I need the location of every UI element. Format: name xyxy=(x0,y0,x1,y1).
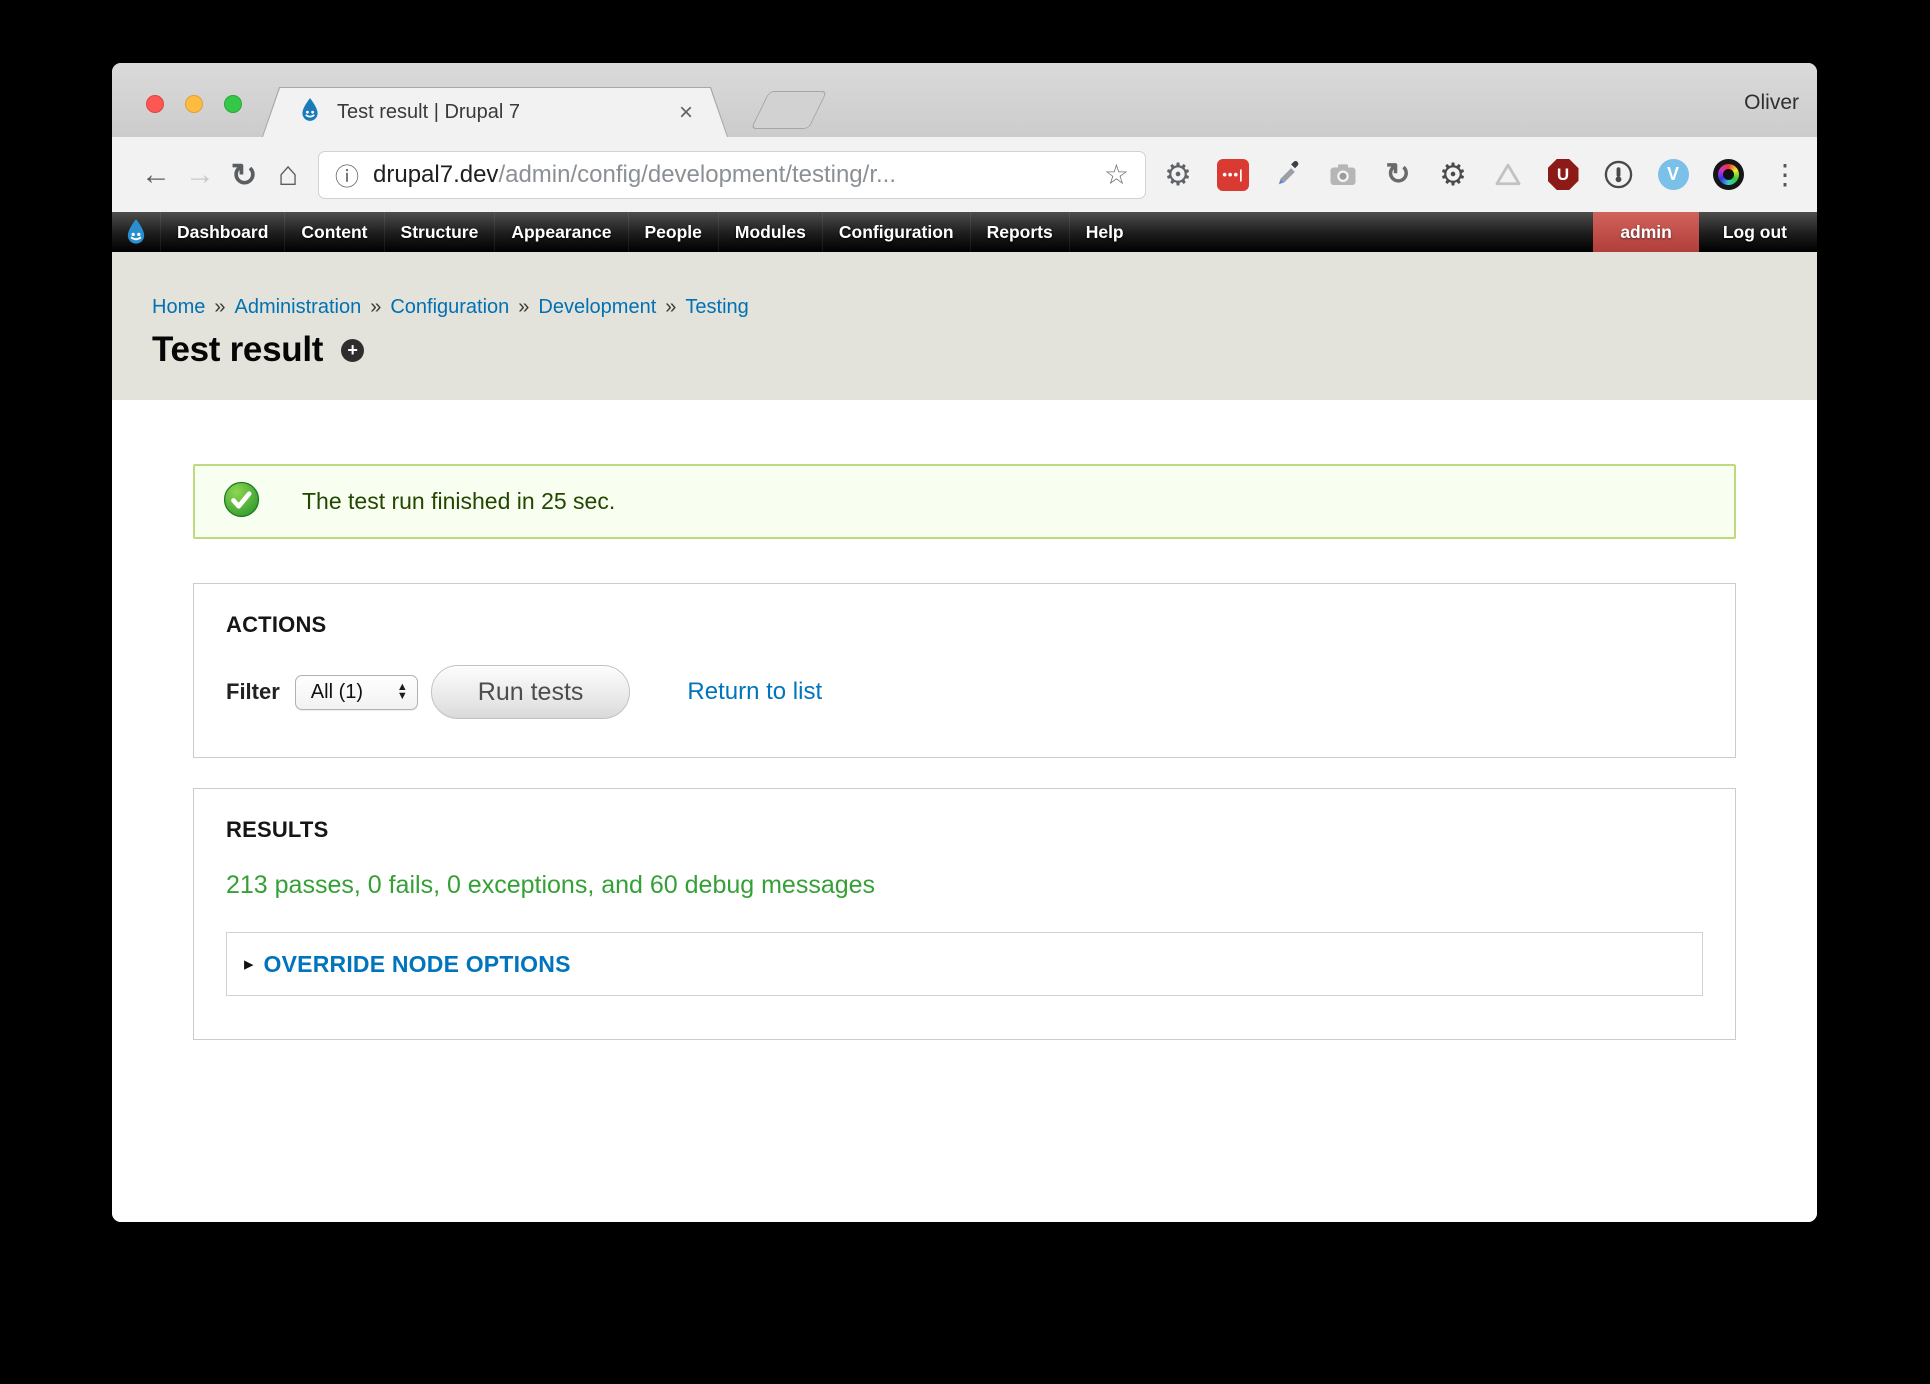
toolbar-spacer xyxy=(1140,212,1594,252)
select-stepper-icon: ▲ ▼ xyxy=(397,683,408,701)
reload-icon[interactable]: ↻ xyxy=(222,156,266,194)
lens-core xyxy=(1723,169,1734,180)
breadcrumb-configuration[interactable]: Configuration xyxy=(390,296,509,318)
actions-fieldset: ACTIONS Filter All (1) ▲ ▼ Run tests Ret… xyxy=(193,583,1736,758)
drupal-favicon-icon xyxy=(297,97,323,128)
toolbar-item-modules[interactable]: Modules xyxy=(718,212,822,252)
page-header: Home » Administration » Configuration » Develo… xyxy=(112,252,1817,400)
page-info-icon[interactable]: ⓘ xyxy=(335,157,359,192)
url-host: drupal7.dev xyxy=(373,161,498,189)
vimeo-icon[interactable]: V xyxy=(1657,159,1689,191)
filter-select[interactable]: All (1) ▲ ▼ xyxy=(295,675,418,710)
back-icon[interactable]: ← xyxy=(134,158,178,192)
lastpass-dots: •••| xyxy=(1217,159,1249,191)
toolbar-item-dashboard[interactable]: Dashboard xyxy=(160,212,284,252)
close-window-button[interactable] xyxy=(146,95,164,113)
profile-name[interactable]: Oliver xyxy=(1744,91,1799,115)
new-tab-button[interactable] xyxy=(751,91,828,129)
stepper-down-icon: ▼ xyxy=(397,692,408,701)
filter-select-value: All (1) xyxy=(311,681,363,704)
session-refresh-icon[interactable]: ↻ xyxy=(1382,159,1414,191)
ublock-letter: U xyxy=(1548,159,1579,190)
override-node-options-fieldset[interactable]: ▸ OVERRIDE NODE OPTIONS xyxy=(226,932,1703,996)
toolbar-item-people[interactable]: People xyxy=(628,212,718,252)
forward-icon[interactable]: → xyxy=(178,158,222,192)
collapse-arrow-icon: ▸ xyxy=(244,953,254,976)
home-icon[interactable]: ⌂ xyxy=(266,155,310,194)
status-text: The test run finished in 25 sec. xyxy=(302,488,615,515)
breadcrumb-testing[interactable]: Testing xyxy=(685,296,748,318)
run-tests-button[interactable]: Run tests xyxy=(431,665,631,719)
title-row: Test result + xyxy=(152,330,1817,370)
breadcrumb-separator: » xyxy=(214,296,225,318)
eyedropper-icon[interactable] xyxy=(1272,159,1304,191)
breadcrumb-administration[interactable]: Administration xyxy=(234,296,361,318)
tab-title: Test result | Drupal 7 xyxy=(337,101,520,124)
drupal-logo-icon[interactable] xyxy=(112,212,160,252)
return-to-list-link[interactable]: Return to list xyxy=(687,678,822,706)
camera-lens-icon[interactable] xyxy=(1712,159,1744,191)
filter-row: Filter All (1) ▲ ▼ Run tests Return to l… xyxy=(226,665,1703,719)
url-path: /admin/config/development/testing/r... xyxy=(498,161,896,189)
lastpass-icon[interactable]: •••| xyxy=(1217,159,1249,191)
toolbar-item-structure[interactable]: Structure xyxy=(384,212,495,252)
results-summary: 213 passes, 0 fails, 0 exceptions, and 6… xyxy=(226,871,1703,900)
drupal-admin-toolbar: Dashboard Content Structure Appearance P… xyxy=(112,212,1817,252)
address-bar[interactable]: ⓘ drupal7.dev /admin/config/development/… xyxy=(318,151,1146,199)
minimize-window-button[interactable] xyxy=(185,95,203,113)
dev-gear-icon[interactable]: ⚙ xyxy=(1437,159,1469,191)
settings-gear-icon[interactable]: ⚙ xyxy=(1162,159,1194,191)
ublock-icon[interactable]: U xyxy=(1547,159,1579,191)
toolbar-item-help[interactable]: Help xyxy=(1069,212,1140,252)
override-node-options-link[interactable]: OVERRIDE NODE OPTIONS xyxy=(264,951,571,978)
toolbar-user-admin[interactable]: admin xyxy=(1593,212,1699,252)
filter-label: Filter xyxy=(226,679,280,705)
zoom-window-button[interactable] xyxy=(224,95,242,113)
browser-window: Test result | Drupal 7 × Oliver ← → ↻ ⌂ … xyxy=(112,63,1817,1222)
window-controls xyxy=(146,95,242,113)
breadcrumb-home[interactable]: Home xyxy=(152,296,205,318)
vimeo-letter: V xyxy=(1658,159,1689,190)
toolbar-logout[interactable]: Log out xyxy=(1699,212,1811,252)
breadcrumb-separator: » xyxy=(518,296,529,318)
onepassword-key-icon[interactable] xyxy=(1602,159,1634,191)
browser-toolbar: ← → ↻ ⌂ ⓘ drupal7.dev /admin/config/deve… xyxy=(112,137,1817,212)
breadcrumb: Home » Administration » Configuration » Develo… xyxy=(152,296,1817,319)
active-tab[interactable]: Test result | Drupal 7 × xyxy=(263,88,727,137)
toolbar-item-configuration[interactable]: Configuration xyxy=(822,212,970,252)
toolbar-item-content[interactable]: Content xyxy=(284,212,383,252)
status-message: The test run finished in 25 sec. xyxy=(193,464,1736,539)
results-heading: RESULTS xyxy=(226,817,1703,843)
toolbar-item-appearance[interactable]: Appearance xyxy=(494,212,627,252)
breadcrumb-development[interactable]: Development xyxy=(538,296,656,318)
toolbar-item-reports[interactable]: Reports xyxy=(970,212,1069,252)
tab-close-icon[interactable]: × xyxy=(679,101,693,125)
contextual-add-icon[interactable]: + xyxy=(341,339,364,362)
breadcrumb-separator: » xyxy=(370,296,381,318)
bookmark-star-icon[interactable]: ☆ xyxy=(1104,158,1129,191)
results-fieldset: RESULTS 213 passes, 0 fails, 0 exception… xyxy=(193,788,1736,1040)
breadcrumb-separator: » xyxy=(665,296,676,318)
google-drive-icon[interactable] xyxy=(1492,159,1524,191)
lens-ring xyxy=(1718,164,1739,185)
browser-titlebar: Test result | Drupal 7 × Oliver xyxy=(112,63,1817,137)
actions-heading: ACTIONS xyxy=(226,612,1703,638)
page-title: Test result xyxy=(152,330,323,370)
chrome-menu-icon[interactable]: ⋮ xyxy=(1771,158,1795,191)
lens-body xyxy=(1713,159,1744,190)
status-check-icon xyxy=(223,481,260,523)
extension-icons: ⚙ •••| ↻ ⚙ xyxy=(1162,158,1795,191)
page-content: The test run finished in 25 sec. ACTIONS… xyxy=(112,400,1817,1222)
camera-icon[interactable] xyxy=(1327,159,1359,191)
